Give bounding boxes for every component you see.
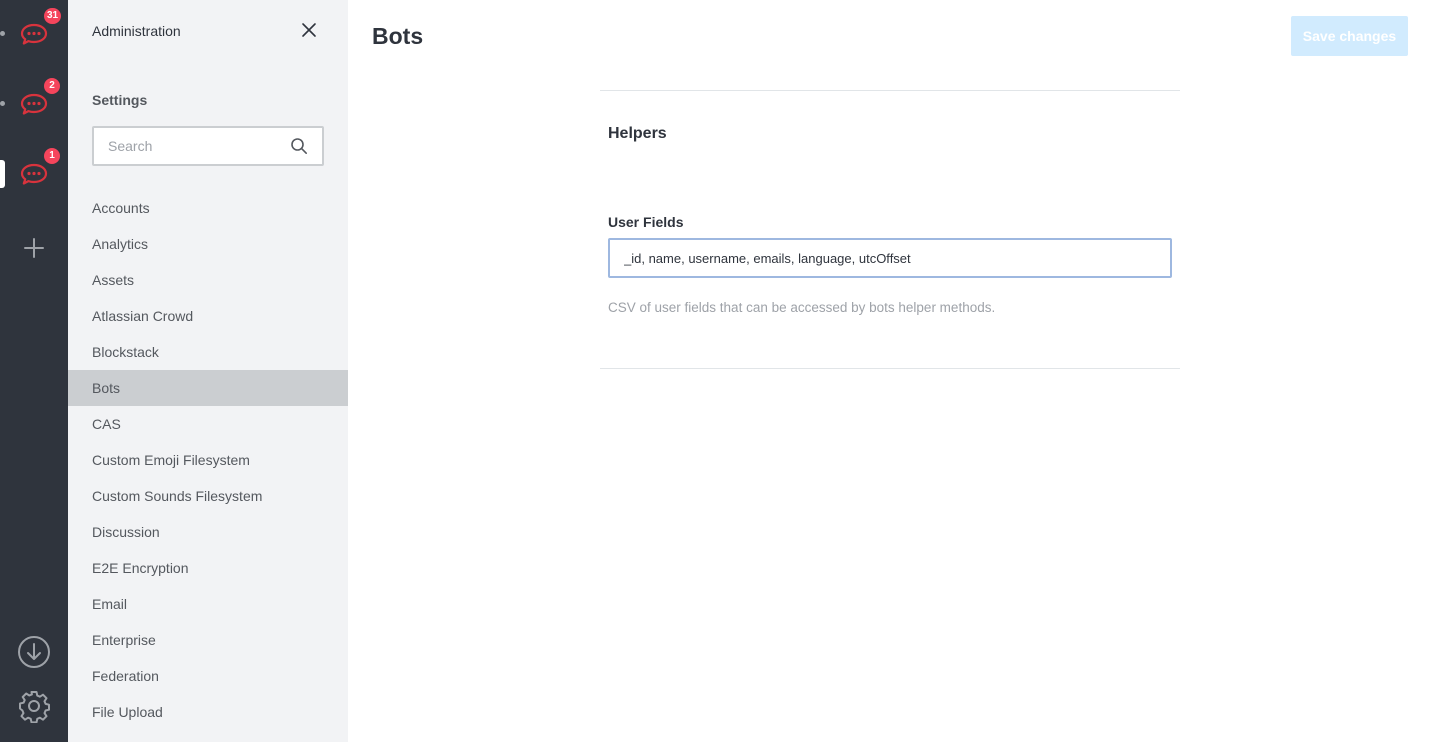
- settings-search: [92, 126, 324, 166]
- close-icon[interactable]: [300, 21, 318, 39]
- search-icon[interactable]: [290, 137, 308, 155]
- plus-icon: [24, 238, 44, 258]
- server-item-1[interactable]: 31: [0, 8, 68, 54]
- gear-icon: [19, 691, 50, 723]
- sidebar-item-e2e-encryption[interactable]: E2E Encryption: [68, 550, 348, 586]
- server-dot: [0, 31, 5, 36]
- sidebar-item-email[interactable]: Email: [68, 586, 348, 622]
- main-content: Bots Save changes Helpers User Fields CS…: [348, 0, 1432, 742]
- sidebar-item-cas[interactable]: CAS: [68, 406, 348, 442]
- page-title: Bots: [372, 23, 424, 49]
- rocketchat-logo-icon: [20, 163, 48, 185]
- rocketchat-logo-icon: [20, 93, 48, 115]
- active-server-indicator: [0, 160, 5, 188]
- search-input[interactable]: [94, 128, 274, 164]
- sidebar-item-custom-sounds-filesystem[interactable]: Custom Sounds Filesystem: [68, 478, 348, 514]
- server-item-3[interactable]: 1: [0, 148, 68, 194]
- unread-badge: 1: [44, 148, 60, 164]
- server-dot: [0, 101, 5, 106]
- user-fields-label: User Fields: [608, 214, 684, 230]
- server-rail: 31 2 1: [0, 0, 68, 742]
- server-item-2[interactable]: 2: [0, 78, 68, 124]
- section-title: Helpers: [608, 125, 667, 142]
- sidebar-title: Administration: [92, 23, 181, 39]
- sidebar-section-title: Settings: [92, 92, 148, 108]
- sidebar-item-blockstack[interactable]: Blockstack: [68, 334, 348, 370]
- settings-button[interactable]: [16, 688, 52, 724]
- sidebar-item-federation[interactable]: Federation: [68, 658, 348, 694]
- user-fields-input[interactable]: [608, 238, 1172, 278]
- sidebar-item-file-upload[interactable]: File Upload: [68, 694, 348, 730]
- settings-list: Accounts Analytics Assets Atlassian Crowd Bl…: [68, 190, 348, 730]
- unread-badge: 31: [44, 8, 62, 24]
- unread-badge: 2: [44, 78, 60, 94]
- save-changes-button[interactable]: Save changes: [1291, 16, 1408, 56]
- sidebar-item-enterprise[interactable]: Enterprise: [68, 622, 348, 658]
- add-server-button[interactable]: [16, 230, 52, 266]
- sidebar-item-atlassian-crowd[interactable]: Atlassian Crowd: [68, 298, 348, 334]
- admin-sidebar: Administration Settings AccountsAnalytic…: [68, 0, 348, 742]
- sidebar-item-discussion[interactable]: Discussion: [68, 514, 348, 550]
- sidebar-item-assets[interactable]: Assets: [68, 262, 348, 298]
- download-icon: [18, 636, 50, 668]
- sidebar-item-bots[interactable]: Bots: [68, 370, 348, 406]
- sidebar-item-custom-emoji-filesystem[interactable]: Custom Emoji Filesystem: [68, 442, 348, 478]
- sidebar-item-analytics[interactable]: Analytics: [68, 226, 348, 262]
- section-divider: [600, 368, 1180, 369]
- user-fields-hint: CSV of user fields that can be accessed …: [608, 300, 996, 315]
- rocketchat-logo-icon: [20, 23, 48, 45]
- section-divider: [600, 90, 1180, 91]
- downloads-button[interactable]: [16, 634, 52, 670]
- sidebar-item-accounts[interactable]: Accounts: [68, 190, 348, 226]
